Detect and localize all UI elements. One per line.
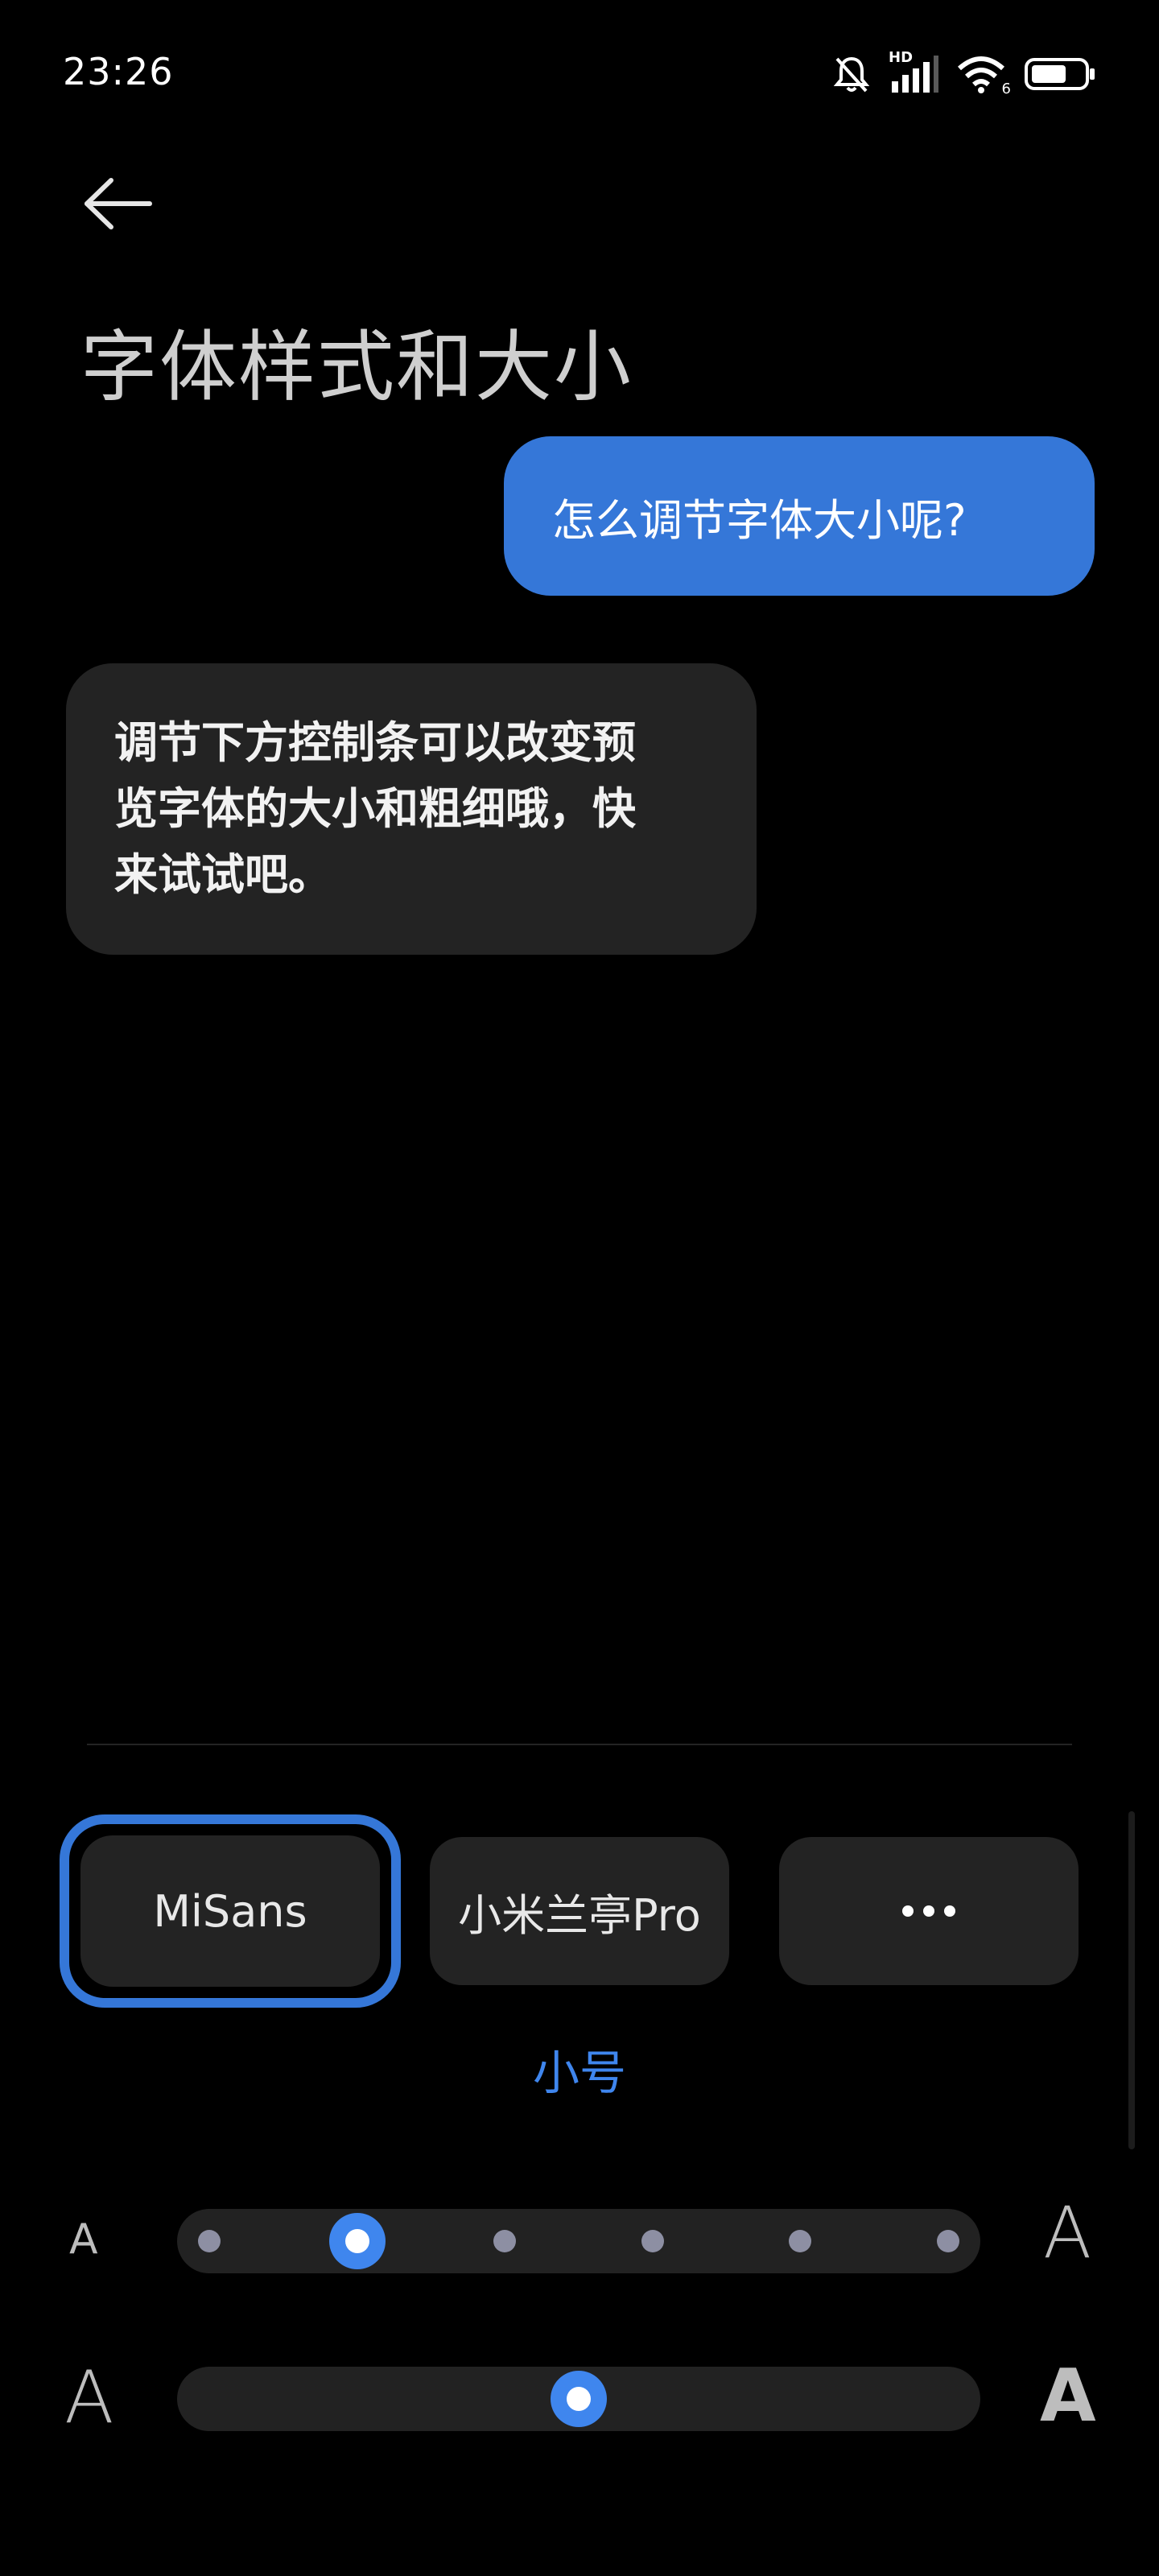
bot-message-line: 览字体的大小和粗细哦，快 — [114, 783, 636, 834]
size-max-label: A — [1043, 2191, 1092, 2274]
size-step-tick[interactable] — [493, 2230, 517, 2252]
wifi-icon: 6 — [956, 54, 1011, 97]
wifi-signal-label: 6 — [1001, 80, 1011, 97]
font-size-slider[interactable] — [177, 2209, 980, 2273]
divider — [87, 1744, 1072, 1745]
bot-message-line: 来试试吧。 — [114, 849, 332, 900]
user-message-text: 怎么调节字体大小呢? — [552, 494, 967, 546]
size-step-tick[interactable] — [198, 2230, 221, 2252]
font-weight-slider-thumb[interactable] — [551, 2371, 607, 2427]
font-size-slider-thumb[interactable] — [328, 2213, 386, 2269]
status-time: 23:26 — [63, 50, 174, 93]
font-option-more[interactable] — [779, 1837, 1079, 1985]
size-step-tick[interactable] — [937, 2230, 959, 2252]
weight-min-label: A — [64, 2355, 114, 2440]
bot-message-bubble: 调节下方控制条可以改变预 览字体的大小和粗细哦，快 来试试吧。 — [66, 663, 757, 955]
signal-icon: HD — [889, 49, 938, 94]
weight-max-label: A — [1040, 2354, 1096, 2438]
network-label: HD — [889, 49, 914, 66]
font-size-label: 小号 — [532, 2046, 626, 2100]
font-option-label: 小米兰亭Pro — [458, 1889, 701, 1941]
battery-icon — [1024, 56, 1096, 92]
back-button[interactable] — [74, 161, 163, 250]
user-message-bubble: 怎么调节字体大小呢? — [504, 436, 1095, 596]
font-weight-slider[interactable] — [177, 2367, 980, 2431]
font-option-mi-lanting-pro[interactable]: 小米兰亭Pro — [430, 1837, 729, 1985]
size-step-tick[interactable] — [641, 2230, 664, 2252]
status-icons: HD 6 — [832, 49, 1096, 98]
back-arrow-icon — [82, 175, 155, 235]
font-option-misans[interactable]: MiSans — [80, 1835, 380, 1987]
more-dots-icon — [902, 1905, 955, 1917]
page-title: 字体样式和大小 — [80, 322, 633, 412]
mute-bell-icon — [832, 54, 871, 94]
font-option-label: MiSans — [153, 1885, 307, 1937]
size-step-tick[interactable] — [789, 2230, 812, 2252]
status-bar: 23:26 HD 6 — [0, 0, 1159, 145]
bot-message-line: 调节下方控制条可以改变预 — [114, 717, 636, 768]
size-min-label: A — [69, 2215, 98, 2264]
